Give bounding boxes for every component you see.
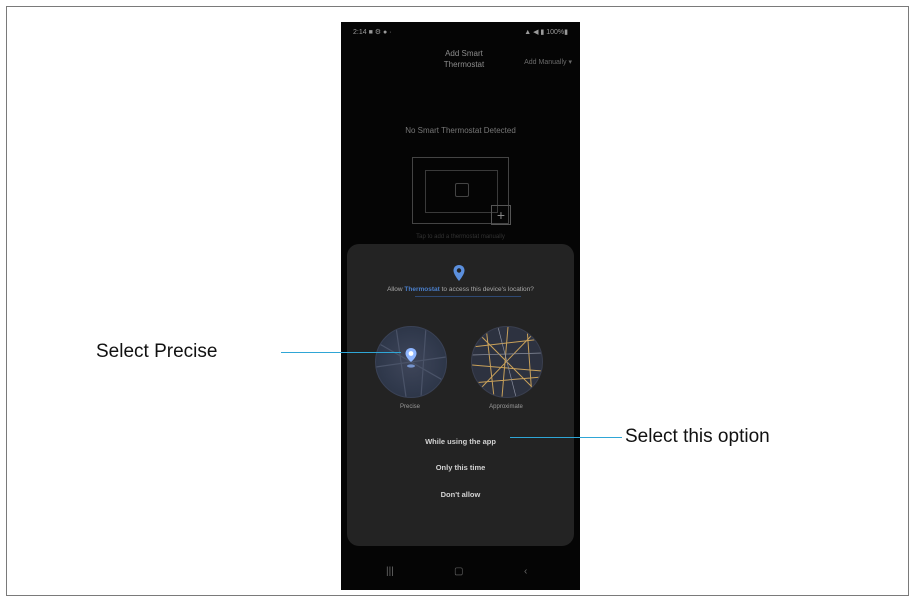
app-name: Thermostat <box>404 286 440 293</box>
page-title: Add Smart Thermostat <box>419 48 509 70</box>
while-using-app-option[interactable]: While using the app <box>347 437 574 446</box>
question-underline <box>415 296 521 297</box>
location-permission-sheet: Allow Thermostat to access this device's… <box>347 244 574 546</box>
precise-option-map[interactable] <box>375 326 447 398</box>
question-prefix: Allow <box>387 286 405 293</box>
add-manually-menu[interactable]: Add Manually ▾ <box>524 58 572 66</box>
add-device-plus-icon[interactable]: + <box>491 205 511 225</box>
home-icon[interactable]: ▢ <box>454 566 463 577</box>
navigation-bar: ||| ▢ ‹ <box>341 560 580 590</box>
back-icon[interactable]: ‹ <box>524 566 527 577</box>
only-this-time-option[interactable]: Only this time <box>347 463 574 472</box>
status-icons: ▲ ◀ ▮ 100%▮ <box>524 29 568 36</box>
approximate-option-map[interactable] <box>471 326 543 398</box>
recent-apps-icon[interactable]: ||| <box>386 566 394 577</box>
callout-select-option: Select this option <box>625 426 770 447</box>
approximate-map-streets <box>472 327 542 397</box>
precise-pin-icon <box>405 348 417 368</box>
device-sensor-icon <box>455 183 469 197</box>
callout-select-precise: Select Precise <box>96 341 218 362</box>
faint-caption: Tap to add a thermostat manually <box>416 234 505 240</box>
permission-question: Allow Thermostat to access this device's… <box>357 285 564 294</box>
page-title-line1: Add Smart <box>445 49 483 58</box>
callout-precise-leader <box>281 352 401 353</box>
status-bar: 2:14 ■ ⚙ ● · ▲ ◀ ▮ 100%▮ <box>341 22 580 42</box>
no-device-message: No Smart Thermostat Detected <box>405 126 516 135</box>
callout-option-leader <box>510 437 622 438</box>
device-screen <box>425 170 498 213</box>
question-suffix: to access this device's location? <box>439 286 534 293</box>
approximate-label: Approximate <box>489 404 523 410</box>
page-title-line2: Thermostat <box>443 60 485 69</box>
dont-allow-option[interactable]: Don't allow <box>347 490 574 499</box>
phone-screenshot: 2:14 ■ ⚙ ● · ▲ ◀ ▮ 100%▮ Add Smart Therm… <box>341 22 580 590</box>
precise-label: Precise <box>399 404 420 410</box>
status-time: 2:14 ■ ⚙ ● · <box>353 29 392 36</box>
location-pin-icon <box>453 265 465 281</box>
